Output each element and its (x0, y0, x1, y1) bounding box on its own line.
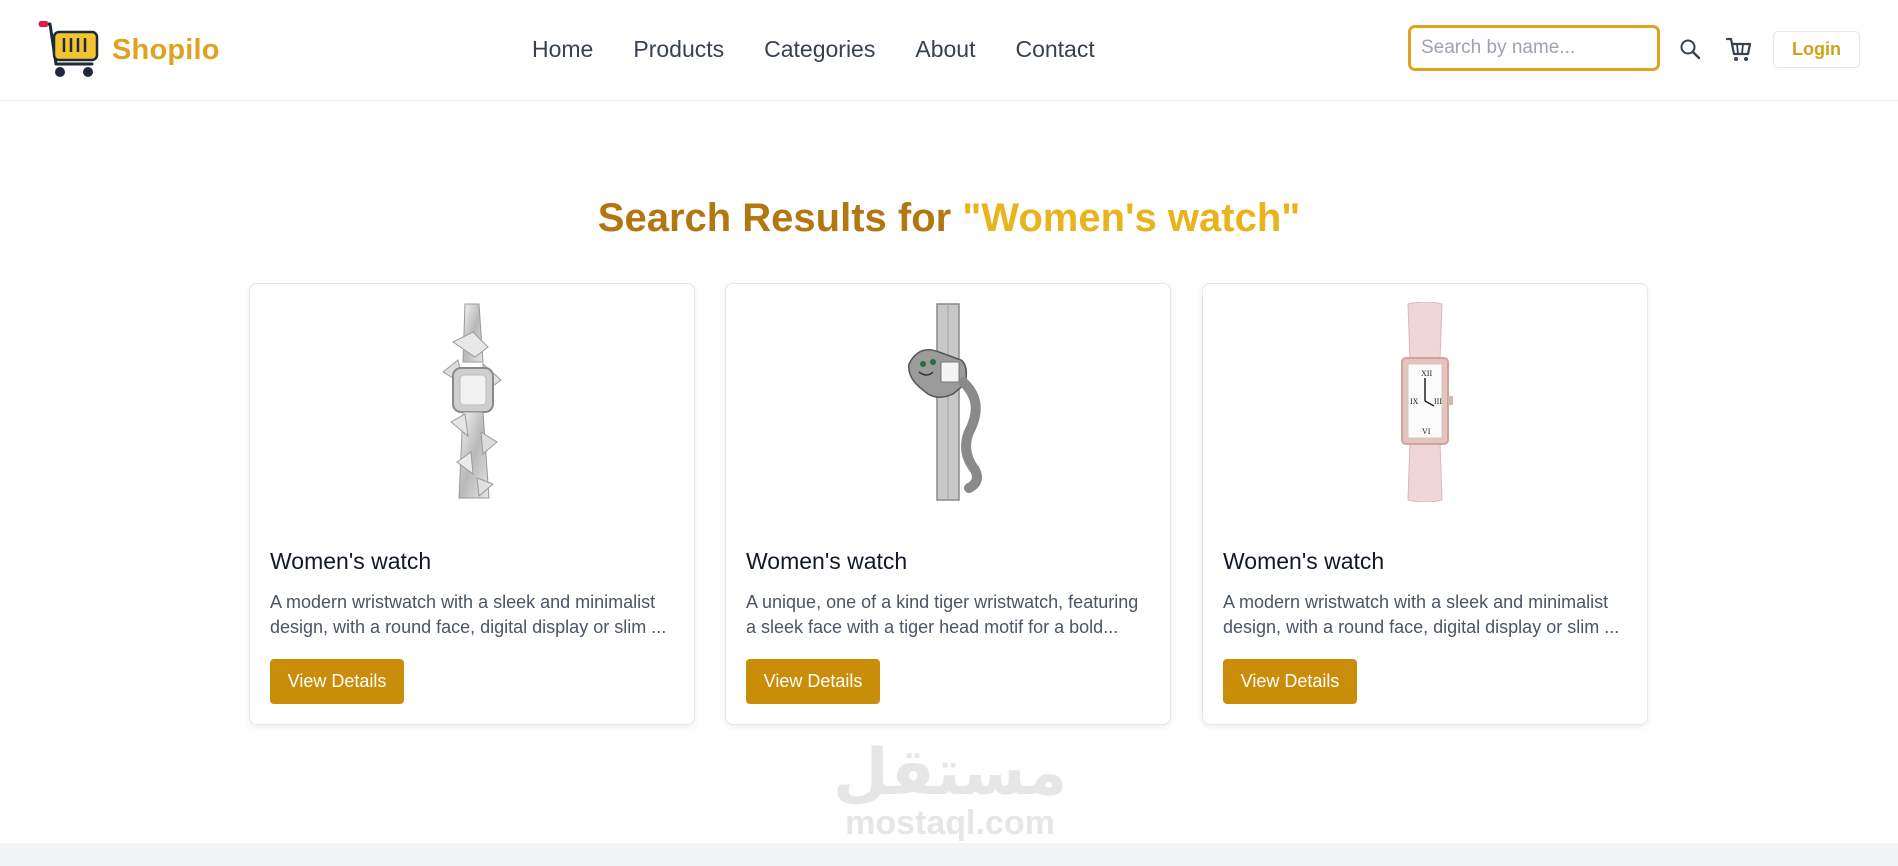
nav-about[interactable]: About (915, 34, 975, 64)
watermark-arabic: مستقل (832, 736, 1068, 810)
site-header: Shopilo Home Products Categories About C… (0, 0, 1898, 101)
shopping-cart-icon (38, 21, 99, 77)
product-image[interactable] (726, 302, 1172, 501)
product-image[interactable]: XII VI IX III (1203, 302, 1649, 502)
cart-icon (1725, 37, 1752, 61)
login-button[interactable]: Login (1773, 31, 1860, 68)
product-image[interactable] (250, 302, 696, 499)
product-card: XII VI IX III Women's watch A modern wri… (1202, 283, 1648, 725)
svg-text:VI: VI (1422, 427, 1431, 436)
svg-text:IX: IX (1410, 397, 1419, 406)
main-nav: Home Products Categories About Contact (532, 34, 1095, 64)
svg-text:XII: XII (1421, 369, 1432, 378)
view-details-button[interactable]: View Details (270, 659, 404, 704)
results-query: "Women's watch" (962, 196, 1301, 240)
watermark-latin: mostaql.com (845, 804, 1055, 842)
product-name: Women's watch (1223, 548, 1385, 574)
product-description: A unique, one of a kind tiger wristwatch… (746, 592, 1139, 637)
cart-button[interactable] (1724, 34, 1754, 64)
brand-name: Shopilo (112, 33, 220, 66)
product-description: A modern wristwatch with a sleek and min… (1223, 592, 1620, 637)
footer-strip (0, 843, 1898, 866)
product-card: Women's watch A modern wristwatch with a… (249, 283, 695, 725)
page-title: Search Results for "Women's watch" (0, 196, 1898, 241)
watermark: مستقل mostaql.com (820, 740, 1080, 840)
product-description: A modern wristwatch with a sleek and min… (270, 592, 667, 637)
product-name: Women's watch (746, 548, 908, 574)
diamond-watch-image (442, 303, 502, 499)
nav-contact[interactable]: Contact (1015, 34, 1094, 64)
nav-home[interactable]: Home (532, 34, 593, 64)
product-name: Women's watch (270, 548, 432, 574)
search-icon (1680, 39, 1701, 60)
svg-text:III: III (1434, 397, 1442, 406)
view-details-button[interactable]: View Details (1223, 659, 1357, 704)
nav-products[interactable]: Products (633, 34, 724, 64)
view-details-button[interactable]: View Details (746, 659, 880, 704)
panther-watch-image (908, 303, 982, 501)
search-input[interactable] (1408, 25, 1660, 71)
logo[interactable]: Shopilo (38, 20, 220, 80)
search-button[interactable] (1677, 36, 1703, 62)
results-prefix: Search Results for (597, 196, 963, 240)
product-card: Women's watch A unique, one of a kind ti… (725, 283, 1171, 725)
nav-categories[interactable]: Categories (764, 34, 875, 64)
pink-strap-watch-image: XII VI IX III (1401, 302, 1453, 502)
